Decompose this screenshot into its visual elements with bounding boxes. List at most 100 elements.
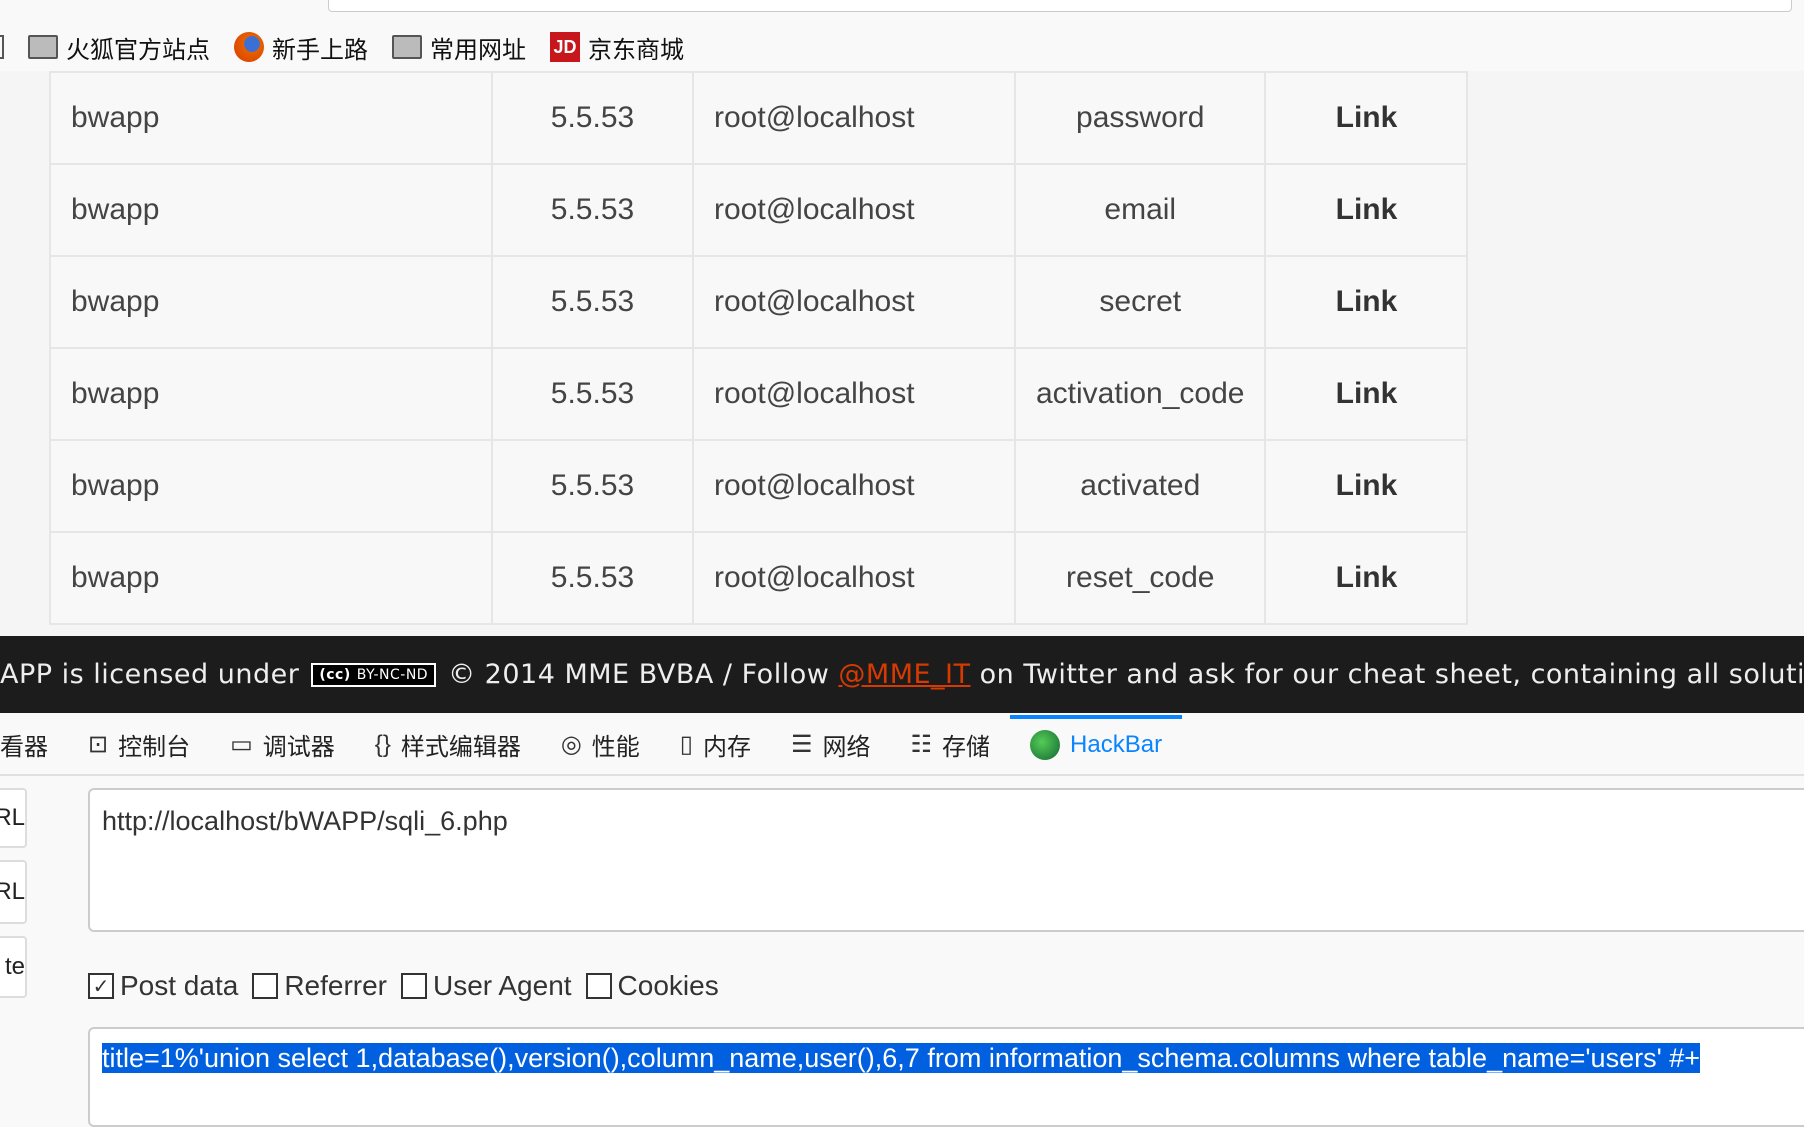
tab-console-icon[interactable]: ⊡ 控制台: [68, 715, 210, 774]
link-cell[interactable]: Link: [1264, 439, 1469, 533]
storage-icon: ☷: [910, 731, 933, 758]
table-cell: 5.5.53: [491, 531, 694, 625]
link-cell[interactable]: Link: [1264, 531, 1469, 625]
twitter-link[interactable]: @MME_IT: [838, 659, 970, 690]
table-row: bwapp 5.5.53 root@localhost activation_code…: [49, 347, 1469, 441]
table-cell: 5.5.53: [491, 255, 694, 349]
table-cell: secret: [1013, 255, 1267, 349]
bookmarks-toolbar: 火狐官方站点 新手上路 常用网址 JD 京东商城: [0, 23, 1804, 71]
table-cell: bwapp: [49, 439, 493, 533]
tab-label: 存储: [942, 734, 991, 761]
tab-braces-icon[interactable]: {} 样式编辑器: [355, 715, 541, 774]
table-cell: root@localhost: [692, 163, 1016, 257]
tab-label: 网络: [822, 734, 871, 761]
tab-network-icon[interactable]: ☰ 网络: [771, 715, 891, 774]
table-cell: root@localhost: [692, 347, 1016, 441]
tab-performance-icon[interactable]: ◎ 性能: [541, 715, 660, 774]
folder-icon: [392, 35, 422, 59]
results-table: bwapp 5.5.53 root@localhost password Link bwa…: [49, 71, 1469, 625]
bookmark-firefox-official[interactable]: 火狐官方站点: [28, 30, 210, 65]
table-cell: 5.5.53: [491, 439, 694, 533]
post-data-textarea[interactable]: title=1%'union select 1,database(),versi…: [88, 1027, 1804, 1127]
checkbox-label: Post data: [120, 970, 239, 1001]
button-label: URL: [0, 878, 25, 905]
hackbar-options: ✓ Post data Referrer User Agent Cookies: [88, 970, 719, 1002]
checkbox-label: Cookies: [617, 970, 719, 1001]
link-cell[interactable]: Link: [1264, 163, 1469, 257]
table-cell: root@localhost: [692, 255, 1016, 349]
url-value: http://localhost/bWAPP/sqli_6.php: [102, 806, 508, 836]
checkbox-post-data[interactable]: ✓: [88, 973, 114, 999]
table-cell: activated: [1013, 439, 1267, 533]
braces-icon: {}: [374, 730, 391, 758]
tab-label: 调试器: [262, 734, 335, 761]
table-cell: bwapp: [49, 255, 493, 349]
split-url-button[interactable]: URL: [0, 860, 27, 924]
execute-button[interactable]: te: [0, 936, 27, 998]
table-cell: 5.5.53: [491, 71, 694, 165]
footer-text: © 2014 MME BVBA / Follow: [448, 659, 830, 690]
table-cell: bwapp: [49, 347, 493, 441]
tab-label: HackBar: [1070, 730, 1163, 758]
table-row: bwapp 5.5.53 root@localhost reset_code Link: [49, 531, 1469, 625]
checkbox-label: User Agent: [433, 970, 572, 1001]
table-cell: bwapp: [49, 71, 493, 165]
tab-hackbar-icon[interactable]: HackBar: [1010, 715, 1183, 774]
table-cell: bwapp: [49, 531, 493, 625]
table-row: bwapp 5.5.53 root@localhost activated Link: [49, 439, 1469, 533]
table-cell: password: [1013, 71, 1267, 165]
table-row: bwapp 5.5.53 root@localhost email Link: [49, 163, 1469, 257]
badge-text: BY-NC-ND: [356, 666, 429, 683]
debugger-icon: ▭: [230, 731, 253, 758]
table-cell: activation_code: [1013, 347, 1267, 441]
load-url-button[interactable]: URL: [0, 788, 27, 848]
performance-icon: ◎: [560, 731, 582, 758]
button-label: te: [4, 953, 25, 980]
bookmark-label: 新手上路: [272, 36, 368, 64]
table-cell: 5.5.53: [491, 347, 694, 441]
table-cell: bwapp: [49, 163, 493, 257]
tab-label: 样式编辑器: [400, 734, 521, 761]
tab-label: 控制台: [118, 734, 191, 761]
page-content: bwapp 5.5.53 root@localhost password Link bwa…: [0, 71, 1804, 636]
table-cell: email: [1013, 163, 1267, 257]
console-icon: ⊡: [88, 731, 109, 758]
table-cell: root@localhost: [692, 439, 1016, 533]
cc-license-badge[interactable]: (cc) BY-NC-ND: [311, 662, 437, 687]
tab-memory-icon[interactable]: ▯ 内存: [660, 715, 771, 774]
link-cell[interactable]: Link: [1264, 255, 1469, 349]
memory-icon: ▯: [679, 731, 693, 758]
bookmark-common-sites[interactable]: 常用网址: [392, 30, 526, 65]
devtools-tabs: 看器 ⊡ 控制台 ▭ 调试器 {} 样式编辑器 ◎ 性能 ▯ 内存 ☰ 网络 ☷ 存储 HackBar: [0, 715, 1804, 776]
checkbox-cookies[interactable]: [585, 973, 612, 999]
tab-debugger-icon[interactable]: ▭ 调试器: [210, 715, 355, 774]
tab-inspector[interactable]: 看器: [0, 715, 68, 774]
table-cell: root@localhost: [692, 71, 1016, 165]
bookmark-partial-icon: [0, 35, 4, 59]
post-data-value: title=1%'union select 1,database(),versi…: [102, 1043, 1701, 1073]
link-cell[interactable]: Link: [1264, 71, 1469, 165]
table-row: bwapp 5.5.53 root@localhost secret Link: [49, 255, 1469, 349]
tab-storage-icon[interactable]: ☷ 存储: [891, 715, 1011, 774]
checkbox-label: Referrer: [284, 970, 388, 1001]
bookmark-label: 京东商城: [588, 36, 684, 64]
footer-text: on Twitter and ask for our cheat sheet, …: [979, 659, 1804, 690]
jd-icon: JD: [550, 32, 580, 62]
footer-text: APP is licensed under: [0, 659, 300, 690]
bookmark-label: 火狐官方站点: [66, 36, 210, 64]
button-label: URL: [0, 804, 25, 831]
folder-icon: [28, 35, 58, 59]
table-cell: root@localhost: [692, 531, 1016, 625]
tab-label: 内存: [703, 734, 751, 761]
bookmark-jd[interactable]: JD 京东商城: [550, 30, 684, 65]
firefox-icon: [234, 32, 264, 62]
cc-icon: (cc): [319, 666, 351, 683]
link-cell[interactable]: Link: [1264, 347, 1469, 441]
bookmark-getting-started[interactable]: 新手上路: [234, 30, 368, 65]
checkbox-user-agent[interactable]: [401, 973, 428, 999]
url-bar[interactable]: [328, 0, 1792, 12]
checkbox-referrer[interactable]: [252, 973, 279, 999]
tab-label: 看器: [0, 734, 48, 761]
table-cell: 5.5.53: [491, 163, 694, 257]
url-textarea[interactable]: http://localhost/bWAPP/sqli_6.php: [88, 788, 1804, 932]
